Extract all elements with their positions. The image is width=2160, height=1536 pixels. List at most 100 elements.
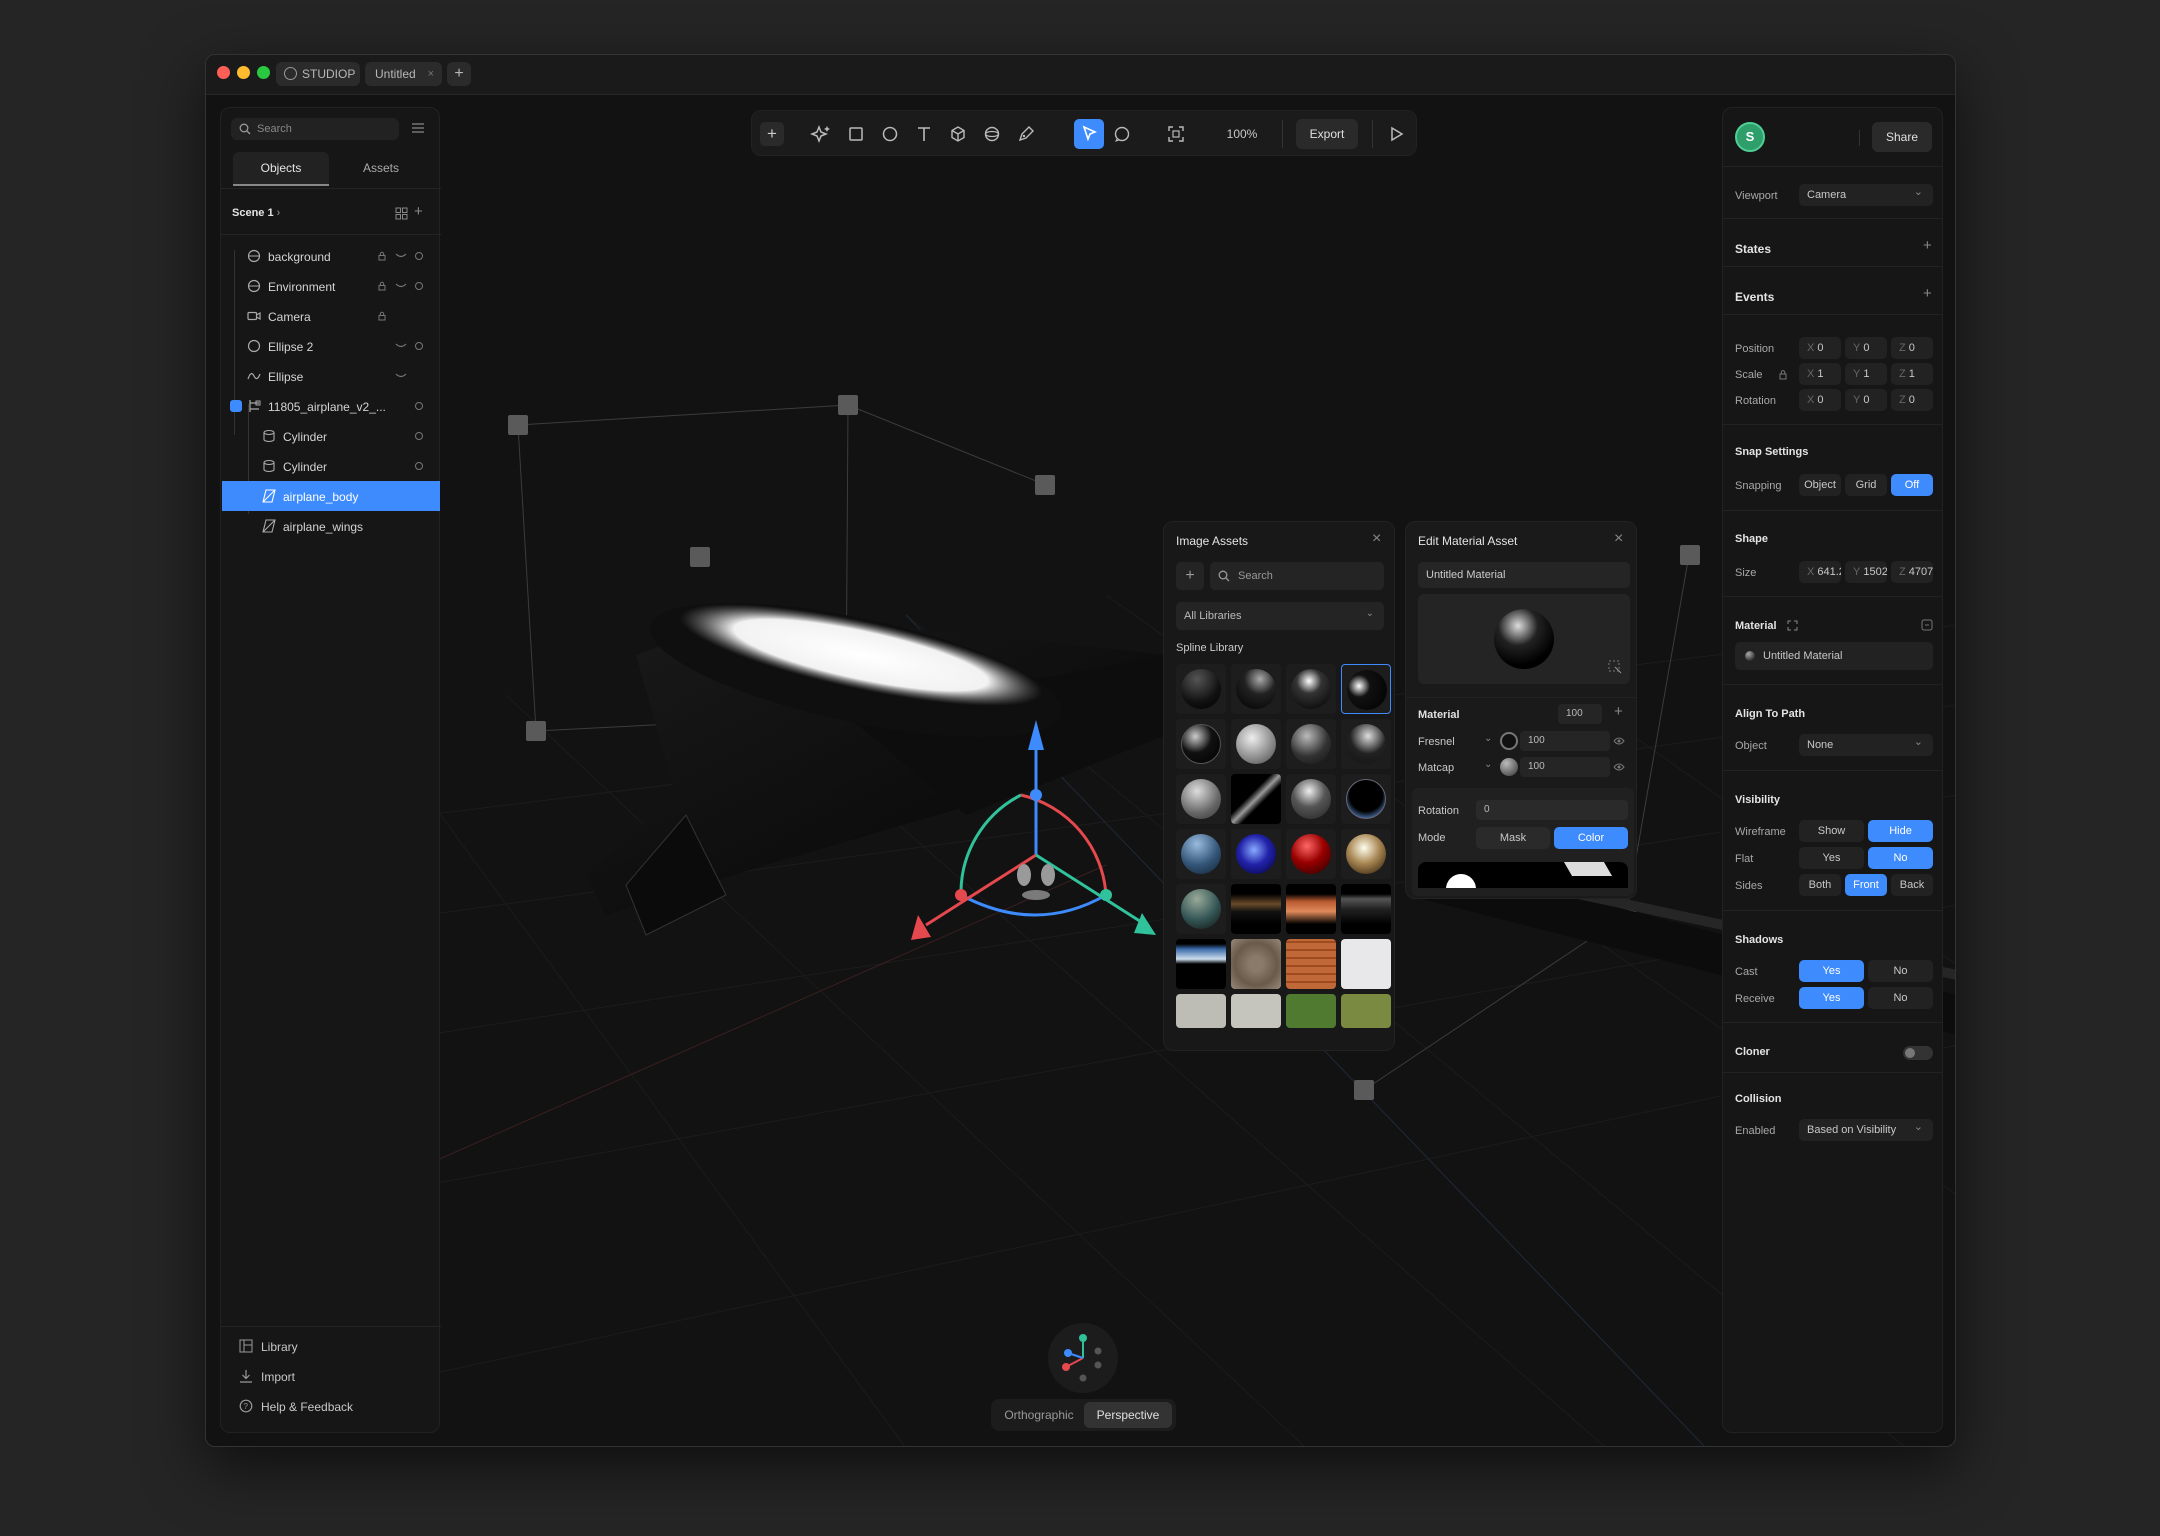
expand-checkbox[interactable] — [230, 400, 242, 412]
matcap-swatch[interactable] — [1500, 758, 1518, 776]
add-event-icon[interactable]: + — [1923, 285, 1932, 302]
size-z-input[interactable]: Z 4707 — [1891, 561, 1933, 583]
size-x-input[interactable]: X641.2 — [1799, 561, 1841, 583]
text-tool-button[interactable] — [912, 122, 936, 146]
asset-tile[interactable] — [1341, 774, 1391, 824]
position-z-input[interactable]: Z0 — [1891, 337, 1933, 359]
scale-z-input[interactable]: Z1 — [1891, 363, 1933, 385]
add-scene-icon[interactable]: + — [414, 203, 423, 220]
fresnel-value-input[interactable]: 100 — [1520, 731, 1610, 751]
asset-tile[interactable] — [1176, 829, 1226, 879]
target-icon[interactable] — [415, 282, 423, 290]
avatar[interactable]: S — [1735, 122, 1765, 152]
asset-tile[interactable] — [1286, 994, 1336, 1028]
target-icon[interactable] — [415, 402, 423, 410]
viewport-select[interactable]: Camera ⌄ — [1799, 184, 1933, 206]
list-item-selected[interactable]: airplane_body — [222, 481, 440, 511]
material-opacity-input[interactable]: 100 — [1558, 704, 1602, 724]
asset-tile[interactable] — [1341, 939, 1391, 989]
asset-tile[interactable] — [1286, 939, 1336, 989]
target-icon[interactable] — [415, 432, 423, 440]
rotation-x-input[interactable]: X0 — [1799, 389, 1841, 411]
cast-no-button[interactable]: No — [1868, 960, 1933, 982]
ai-tool-button[interactable] — [809, 122, 834, 146]
material-settings-icon[interactable] — [1921, 619, 1933, 631]
asset-tile-selected[interactable] — [1341, 664, 1391, 714]
list-item[interactable]: Camera — [222, 301, 440, 331]
position-x-input[interactable]: X0 — [1799, 337, 1841, 359]
tab-objects[interactable]: Objects — [233, 152, 329, 186]
asset-tile[interactable] — [1176, 884, 1226, 934]
close-icon[interactable]: × — [1614, 530, 1623, 548]
snap-grid-button[interactable]: Grid — [1845, 474, 1887, 496]
scale-y-input[interactable]: Y1 — [1845, 363, 1887, 385]
wireframe-hide-button[interactable]: Hide — [1868, 820, 1933, 842]
select-tool-button[interactable] — [1074, 119, 1104, 149]
expand-icon[interactable] — [1787, 620, 1798, 631]
maximize-window-button[interactable] — [257, 66, 270, 79]
material-name-input[interactable]: Untitled Material — [1418, 562, 1630, 588]
sphere-tool-button[interactable] — [980, 122, 1004, 146]
asset-tile[interactable] — [1341, 829, 1391, 879]
add-state-icon[interactable]: + — [1923, 237, 1932, 254]
matcap-rotation-input[interactable]: 0 — [1476, 800, 1628, 820]
view-orientation-gizmo[interactable] — [1048, 1323, 1118, 1393]
eye-closed-icon[interactable] — [395, 282, 407, 290]
chevron-down-icon[interactable]: ⌄ — [1484, 733, 1492, 744]
position-y-input[interactable]: Y0 — [1845, 337, 1887, 359]
comment-tool-button[interactable] — [1110, 122, 1134, 146]
eye-icon[interactable] — [1613, 762, 1625, 772]
eye-closed-icon[interactable] — [395, 372, 407, 380]
list-item[interactable]: Cylinder — [222, 421, 440, 451]
asset-tile[interactable] — [1176, 664, 1226, 714]
asset-tile[interactable] — [1231, 884, 1281, 934]
library-button[interactable]: Library — [239, 1339, 298, 1354]
target-icon[interactable] — [415, 342, 423, 350]
rotation-z-input[interactable]: Z0 — [1891, 389, 1933, 411]
asset-tile[interactable] — [1176, 939, 1226, 989]
flat-yes-button[interactable]: Yes — [1799, 847, 1864, 869]
wireframe-show-button[interactable]: Show — [1799, 820, 1864, 842]
asset-tile[interactable] — [1176, 994, 1226, 1028]
ellipse-tool-button[interactable] — [878, 122, 902, 146]
mode-color-button[interactable]: Color — [1554, 827, 1628, 849]
lock-icon[interactable] — [377, 311, 387, 321]
zoom-level[interactable]: 100% — [1222, 127, 1262, 141]
add-object-button[interactable]: + — [760, 122, 784, 146]
asset-tile[interactable] — [1286, 774, 1336, 824]
cube-tool-button[interactable] — [946, 122, 970, 146]
add-image-button[interactable]: + — [1176, 562, 1204, 590]
mode-mask-button[interactable]: Mask — [1476, 827, 1550, 849]
menu-icon[interactable] — [411, 122, 425, 134]
pen-tool-button[interactable] — [1014, 122, 1038, 146]
list-item[interactable]: 11805_airplane_v2_... — [222, 391, 440, 421]
snap-off-button[interactable]: Off — [1891, 474, 1933, 496]
scene-selector[interactable]: Scene 1 › — [232, 207, 280, 219]
close-tab-icon[interactable]: × — [428, 62, 434, 86]
lock-icon[interactable] — [377, 281, 387, 291]
list-item[interactable]: Ellipse — [222, 361, 440, 391]
flat-no-button[interactable]: No — [1868, 847, 1933, 869]
lock-icon[interactable] — [377, 251, 387, 261]
grid-view-icon[interactable] — [395, 207, 408, 220]
rectangle-tool-button[interactable] — [844, 122, 868, 146]
scale-x-input[interactable]: X1 — [1799, 363, 1841, 385]
library-select[interactable]: All Libraries ⌄ — [1176, 602, 1384, 630]
asset-tile[interactable] — [1231, 829, 1281, 879]
list-item[interactable]: Cylinder — [222, 451, 440, 481]
perspective-button[interactable]: Perspective — [1084, 1402, 1172, 1428]
search-input[interactable]: Search — [231, 118, 399, 140]
edit-preview-icon[interactable] — [1608, 660, 1622, 674]
share-button[interactable]: Share — [1872, 122, 1932, 152]
asset-tile[interactable] — [1231, 719, 1281, 769]
material-select[interactable]: Untitled Material — [1735, 642, 1933, 670]
list-item[interactable]: airplane_wings — [222, 511, 440, 541]
3d-viewport[interactable] — [206, 95, 1955, 1446]
sides-front-button[interactable]: Front — [1845, 874, 1887, 896]
snap-object-button[interactable]: Object — [1799, 474, 1841, 496]
asset-tile[interactable] — [1176, 719, 1226, 769]
asset-search-input[interactable]: Search — [1210, 562, 1384, 590]
asset-tile[interactable] — [1231, 774, 1281, 824]
help-button[interactable]: ? Help & Feedback — [239, 1399, 353, 1414]
play-button[interactable] — [1384, 122, 1408, 146]
